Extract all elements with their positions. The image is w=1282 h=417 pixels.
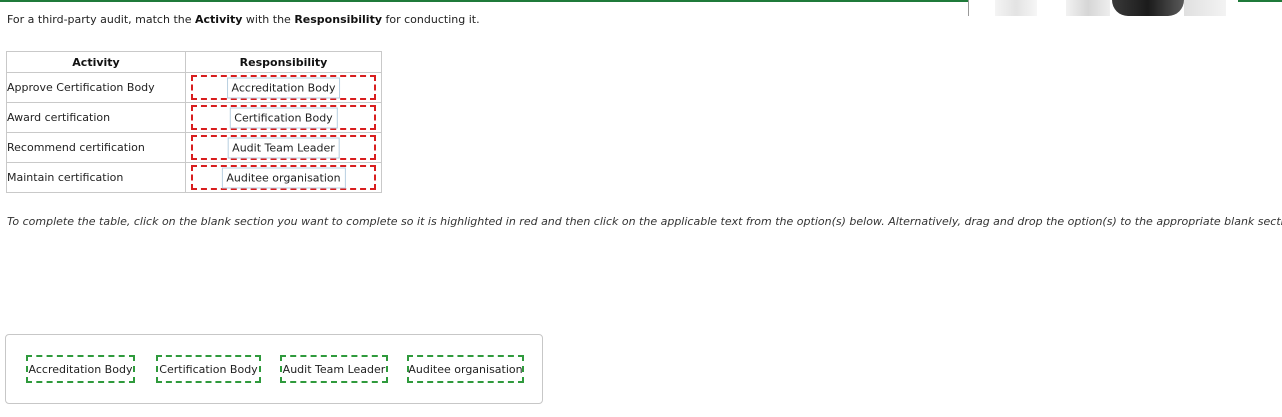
- instructions-text: To complete the table, click on the blan…: [7, 215, 1282, 228]
- question-prefix: For a third-party audit, match the: [7, 13, 195, 26]
- placed-answer-chip[interactable]: Certification Body: [229, 107, 338, 128]
- header-image-fragment: [1184, 0, 1226, 16]
- option-chip[interactable]: Accreditation Body: [26, 355, 135, 383]
- header-image-fragment: [995, 0, 1037, 16]
- question-prompt: For a third-party audit, match the Activ…: [7, 13, 480, 26]
- option-chip[interactable]: Certification Body: [156, 355, 261, 383]
- header-image-fragment: [1066, 0, 1110, 16]
- responsibility-cell: Accreditation Body: [185, 72, 382, 103]
- matching-table: Activity Responsibility Approve Certific…: [6, 51, 382, 193]
- option-chip[interactable]: Audit Team Leader: [280, 355, 388, 383]
- question-middle: with the: [242, 13, 295, 26]
- responsibility-cell: Certification Body: [185, 102, 382, 133]
- table-row: Approve Certification Body Accreditation…: [6, 72, 382, 103]
- placed-answer-chip[interactable]: Auditee organisation: [221, 167, 346, 188]
- placed-answer-chip[interactable]: Accreditation Body: [226, 77, 341, 98]
- table-row: Award certification Certification Body: [6, 102, 382, 133]
- column-header-activity: Activity: [6, 51, 186, 73]
- top-accent-line: [0, 0, 968, 2]
- options-tray: Accreditation Body Certification Body Au…: [5, 334, 543, 404]
- activity-cell: Award certification: [6, 102, 186, 133]
- activity-cell: Recommend certification: [6, 132, 186, 163]
- question-suffix: for conducting it.: [382, 13, 480, 26]
- top-accent-line-right: [1238, 0, 1282, 2]
- question-term-activity: Activity: [195, 13, 243, 26]
- option-chip[interactable]: Auditee organisation: [407, 355, 524, 383]
- table-header-row: Activity Responsibility: [6, 51, 382, 73]
- table-row: Recommend certification Audit Team Leade…: [6, 132, 382, 163]
- placed-answer-chip[interactable]: Audit Team Leader: [227, 137, 340, 158]
- responsibility-cell: Auditee organisation: [185, 162, 382, 193]
- activity-cell: Maintain certification: [6, 162, 186, 193]
- question-term-responsibility: Responsibility: [294, 13, 383, 26]
- top-divider: [968, 0, 969, 16]
- responsibility-cell: Audit Team Leader: [185, 132, 382, 163]
- table-row: Maintain certification Auditee organisat…: [6, 162, 382, 193]
- column-header-responsibility: Responsibility: [185, 51, 382, 73]
- header-image-fragment: [1112, 0, 1184, 16]
- activity-cell: Approve Certification Body: [6, 72, 186, 103]
